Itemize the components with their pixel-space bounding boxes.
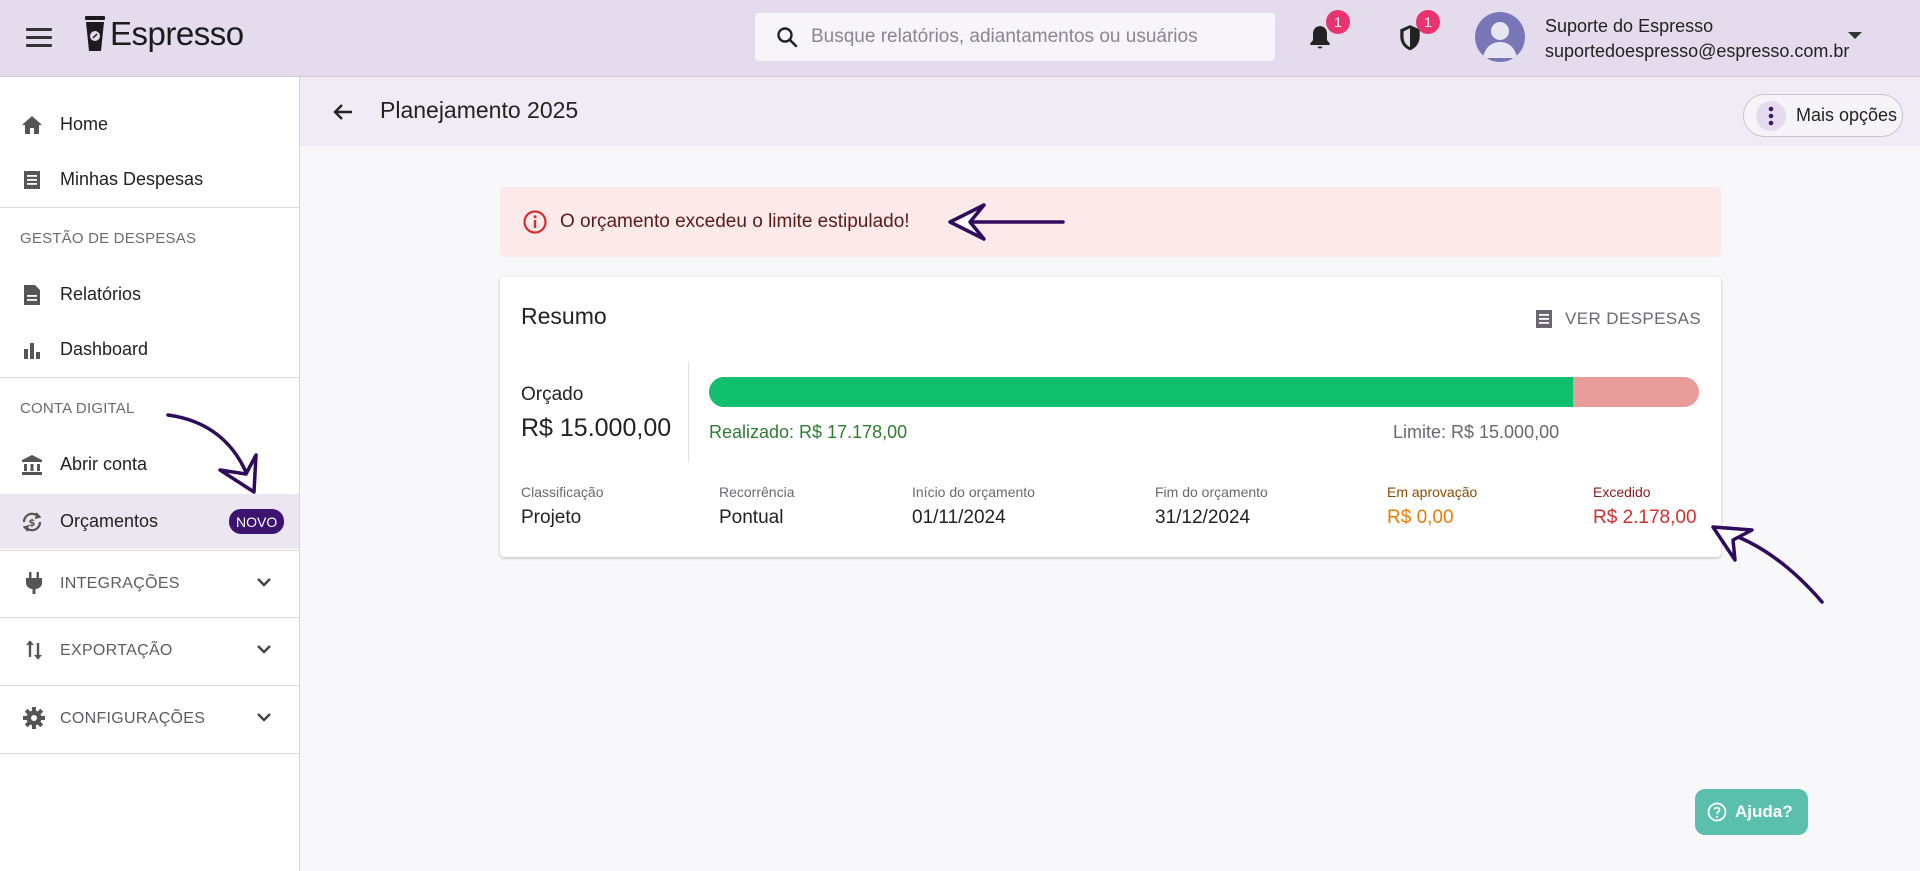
- sidebar-group-configuracoes[interactable]: CONFIGURAÇÕES: [0, 686, 299, 752]
- search-bar[interactable]: [755, 13, 1275, 61]
- security-badge: 1: [1416, 10, 1440, 34]
- sidebar-item-relatorios[interactable]: Relatórios: [0, 267, 299, 322]
- notifications-badge: 1: [1326, 10, 1350, 34]
- user-email: suportedoespresso@espresso.com.br: [1545, 41, 1850, 61]
- help-button[interactable]: Ajuda?: [1695, 789, 1808, 835]
- sidebar-item-label: Dashboard: [60, 339, 149, 359]
- help-label: Ajuda?: [1735, 802, 1793, 821]
- meta-value: R$ 0,00: [1387, 507, 1454, 528]
- hamburger-menu-button[interactable]: [26, 26, 54, 48]
- budgeted-label: Orçado: [521, 384, 584, 405]
- search-input[interactable]: [811, 26, 1251, 48]
- budget-progress-bar: [709, 377, 1699, 407]
- sidebar-item-orcamentos[interactable]: $ Orçamentos NOVO: [0, 494, 299, 549]
- user-avatar-icon: [1483, 22, 1517, 58]
- meta-start-date: Início do orçamento 01/11/2024: [912, 484, 1035, 529]
- sidebar-item-abrir-conta[interactable]: Abrir conta: [0, 437, 299, 492]
- summary-title: Resumo: [521, 303, 607, 329]
- plug-icon: [22, 571, 46, 595]
- budget-progress-fill: [709, 377, 1573, 407]
- new-badge: NOVO: [229, 509, 285, 534]
- budgeted-value: R$ 15.000,00: [521, 414, 672, 442]
- receipt-icon: [20, 168, 44, 192]
- user-name: Suporte do Espresso: [1545, 16, 1714, 36]
- meta-value: 31/12/2024: [1155, 507, 1251, 528]
- meta-label: Excedido: [1593, 484, 1651, 500]
- meta-exceeded: Excedido R$ 2.178,00: [1593, 484, 1697, 529]
- chevron-down-icon: [257, 645, 271, 654]
- meta-value: Projeto: [521, 507, 582, 528]
- meta-value: Pontual: [719, 507, 784, 528]
- avatar[interactable]: [1475, 12, 1525, 62]
- sidebar-item-label: Minhas Despesas: [60, 169, 204, 189]
- sidebar-item-minhas-despesas[interactable]: Minhas Despesas: [0, 152, 299, 207]
- svg-text:$: $: [29, 518, 36, 529]
- meta-label: Classificação: [521, 484, 604, 500]
- document-icon: [20, 283, 44, 307]
- limit-amount: Limite: R$ 15.000,00: [1393, 422, 1560, 442]
- home-icon: [20, 113, 44, 137]
- gear-icon: [22, 706, 46, 730]
- top-bar: Espresso 1 1 Suporte do Espresso suporte…: [0, 0, 1920, 77]
- sidebar-group-integracoes[interactable]: INTEGRAÇÕES: [0, 551, 299, 617]
- user-info[interactable]: Suporte do Espresso suportedoespresso@es…: [1545, 14, 1849, 64]
- realized-amount: Realizado: R$ 17.178,00: [709, 422, 908, 442]
- app-name: Espresso: [110, 15, 244, 52]
- page-header: Planejamento 2025 Mais opções: [300, 77, 1920, 146]
- section-label-account: CONTA DIGITAL: [20, 400, 135, 417]
- bank-icon: [20, 453, 44, 477]
- receipt-icon: [1536, 310, 1552, 328]
- meta-classification: Classificação Projeto: [521, 484, 603, 529]
- bar-chart-icon: [20, 338, 44, 362]
- meta-label: Início do orçamento: [912, 484, 1035, 500]
- app-logo[interactable]: Espresso: [84, 14, 244, 54]
- budget-icon: $: [20, 510, 44, 534]
- meta-label: Em aprovação: [1387, 484, 1478, 500]
- search-icon: [777, 27, 798, 48]
- meta-recurrence: Recorrência Pontual: [719, 484, 794, 529]
- coffee-cup-icon: [85, 16, 105, 51]
- sort-arrows-icon: [22, 638, 46, 662]
- more-vertical-icon: [1756, 100, 1786, 131]
- meta-label: Recorrência: [719, 484, 795, 500]
- summary-card: Resumo VER DESPESAS Orçado R$ 15.000,00 …: [500, 277, 1721, 557]
- view-expenses-label: VER DESPESAS: [1565, 309, 1702, 328]
- summary-divider: [688, 362, 689, 462]
- help-circle-icon: [1707, 802, 1727, 822]
- user-menu-caret-icon[interactable]: [1848, 32, 1862, 39]
- sidebar-item-home[interactable]: Home: [0, 97, 299, 152]
- meta-value: 01/11/2024: [912, 507, 1006, 528]
- sidebar: Home Minhas Despesas GESTÃO DE DESPESAS …: [0, 77, 300, 871]
- info-alert-icon: [523, 210, 547, 234]
- budget-exceeded-alert: O orçamento excedeu o limite estipulado!: [500, 187, 1721, 257]
- more-options-button[interactable]: Mais opções: [1743, 94, 1903, 137]
- page-title: Planejamento 2025: [380, 97, 579, 123]
- sidebar-group-label: EXPORTAÇÃO: [60, 642, 173, 659]
- meta-label: Fim do orçamento: [1155, 484, 1268, 500]
- meta-end-date: Fim do orçamento 31/12/2024: [1155, 484, 1268, 529]
- sidebar-group-exportacao[interactable]: EXPORTAÇÃO: [0, 618, 299, 684]
- chevron-down-icon: [257, 713, 271, 722]
- sidebar-item-label: Abrir conta: [60, 454, 148, 474]
- sidebar-divider: [0, 377, 299, 378]
- sidebar-divider: [0, 753, 299, 754]
- notifications-button[interactable]: 1: [1302, 10, 1350, 56]
- back-arrow-icon[interactable]: [330, 99, 356, 125]
- sidebar-group-label: INTEGRAÇÕES: [60, 575, 180, 592]
- meta-pending-approval: Em aprovação R$ 0,00: [1387, 484, 1477, 529]
- alert-message: O orçamento excedeu o limite estipulado!: [560, 211, 910, 232]
- view-expenses-button[interactable]: VER DESPESAS: [1535, 304, 1701, 334]
- security-button[interactable]: 1: [1392, 10, 1440, 56]
- sidebar-item-dashboard[interactable]: Dashboard: [0, 322, 299, 377]
- sidebar-item-label: Home: [60, 114, 109, 134]
- sidebar-group-label: CONFIGURAÇÕES: [60, 710, 206, 727]
- main-content: Planejamento 2025 Mais opções O orçament…: [300, 77, 1920, 871]
- meta-value: R$ 2.178,00: [1593, 507, 1697, 528]
- more-options-label: Mais opções: [1796, 105, 1898, 125]
- sidebar-item-label: Orçamentos: [60, 511, 159, 531]
- section-label-expenses: GESTÃO DE DESPESAS: [20, 230, 197, 247]
- sidebar-divider: [0, 207, 299, 208]
- chevron-down-icon: [257, 578, 271, 587]
- sidebar-item-label: Relatórios: [60, 284, 142, 304]
